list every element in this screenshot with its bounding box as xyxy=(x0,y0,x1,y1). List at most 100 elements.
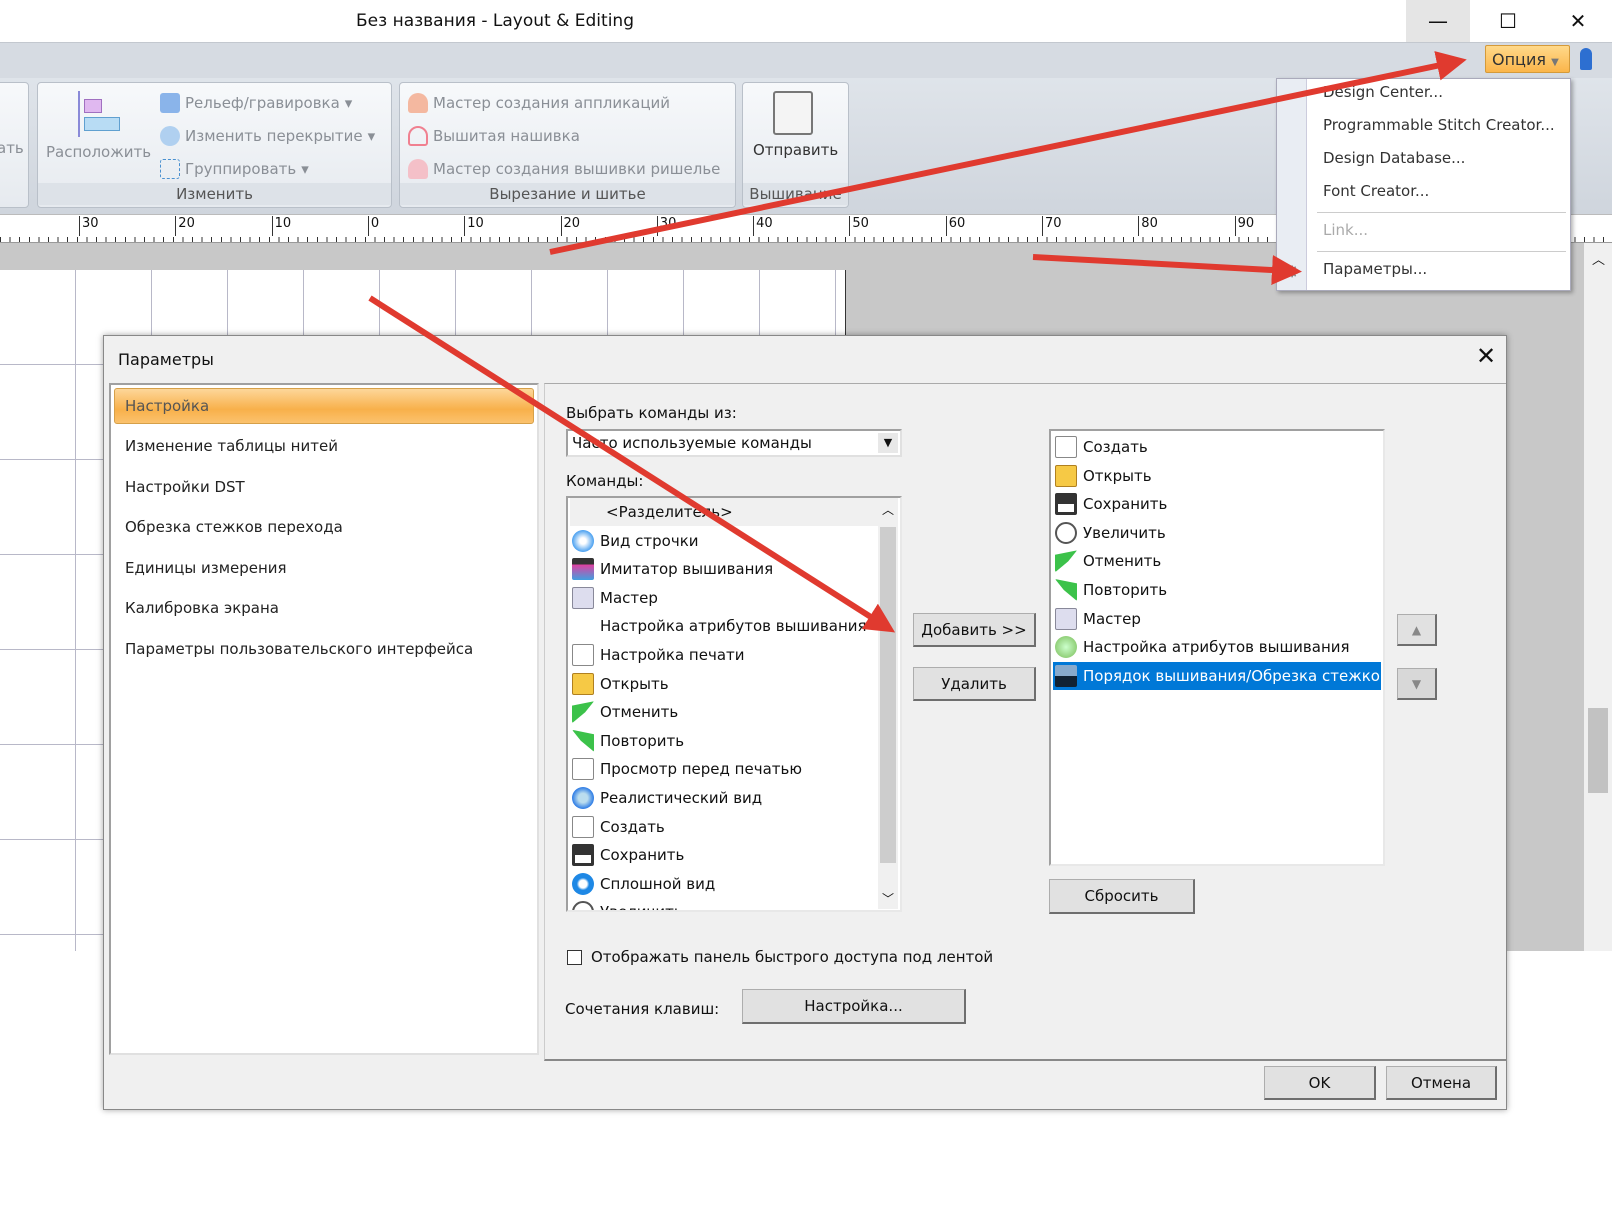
list-item[interactable]: Просмотр перед печатью xyxy=(570,755,898,783)
option-menu-button[interactable]: Опция ▼ xyxy=(1485,45,1570,73)
list-item-label: Мастер xyxy=(1083,609,1141,628)
nav-item-dst[interactable]: Настройки DST xyxy=(125,478,245,496)
list-item[interactable]: Имитатор вышивания xyxy=(570,555,898,583)
move-down-button[interactable]: ▼ xyxy=(1397,668,1437,700)
list-item[interactable]: Отменить xyxy=(1053,547,1381,575)
list-item[interactable]: Реалистический вид xyxy=(570,784,898,812)
overlap-button[interactable]: Изменить перекрытие ▾ xyxy=(160,126,375,146)
list-item-label: Открыть xyxy=(1083,466,1152,485)
choose-label: Выбрать команды из: xyxy=(566,404,737,422)
list-item[interactable]: Повторить xyxy=(1053,576,1381,604)
command-icon xyxy=(572,844,594,867)
close-button[interactable]: ✕ xyxy=(1546,0,1610,42)
nav-item-jump-trim[interactable]: Обрезка стежков перехода xyxy=(125,518,343,536)
move-up-button[interactable]: ▲ xyxy=(1397,614,1437,646)
chevron-down-icon[interactable]: ▼ xyxy=(878,433,898,453)
send-button[interactable]: Отправить xyxy=(753,141,838,159)
menu-item-font-creator[interactable]: Font Creator... xyxy=(1323,182,1429,200)
maximize-button[interactable]: ☐ xyxy=(1476,0,1540,42)
shortcuts-label: Сочетания клавиш: xyxy=(565,1000,720,1018)
list-item-label: <Разделитель> xyxy=(606,503,733,521)
relief-button[interactable]: Рельеф/гравировка ▾ xyxy=(160,93,352,113)
menu-item-link: Link... xyxy=(1323,221,1369,239)
nav-item-ui-params[interactable]: Параметры пользовательского интерфейса xyxy=(125,640,473,658)
commands-list[interactable]: <Разделитель> Вид строчки Имитатор вышиван… xyxy=(566,496,902,912)
list-item[interactable]: Мастер xyxy=(570,584,898,612)
ruler-tick-label: 30 xyxy=(79,216,99,236)
list-item[interactable]: Увеличить xyxy=(570,898,898,910)
list-item[interactable]: Мастер xyxy=(1053,605,1381,633)
scroll-down-icon: ﹀ xyxy=(882,892,895,906)
list-item[interactable]: Создать xyxy=(1053,433,1381,461)
ruler-tick-label: 10 xyxy=(464,216,484,236)
menu-item-design-center[interactable]: Design Center... xyxy=(1323,83,1443,101)
cutwork-wizard-button[interactable]: Мастер создания вышивки ришелье xyxy=(408,159,720,179)
ruler-tick-label: 20 xyxy=(560,216,580,236)
user-icon[interactable] xyxy=(1580,48,1592,70)
nav-item-calibration[interactable]: Калибровка экрана xyxy=(125,599,279,617)
vertical-scrollbar[interactable]: ︿ xyxy=(1584,243,1612,951)
option-label: Опция xyxy=(1492,50,1546,69)
list-item-label: Реалистический вид xyxy=(600,789,763,807)
command-icon xyxy=(1055,636,1077,659)
heart-outline-icon xyxy=(408,126,428,146)
shortcuts-customize-button[interactable]: Настройка... xyxy=(742,989,966,1024)
scroll-up-icon: ︿ xyxy=(882,503,895,517)
list-item[interactable]: Отменить xyxy=(570,698,898,726)
send-machine-icon xyxy=(773,91,813,135)
nav-item-customize[interactable]: Настройка xyxy=(125,397,209,415)
gear-icon: ⚙ xyxy=(1285,262,1300,281)
minimize-button[interactable]: — xyxy=(1406,0,1470,42)
list-item[interactable]: Настройка атрибутов вышивания xyxy=(1053,633,1381,661)
list-item[interactable]: Открыть xyxy=(570,670,898,698)
applique-wizard-button[interactable]: Мастер создания аппликаций xyxy=(408,93,670,113)
dialog-title: Параметры xyxy=(118,350,214,369)
command-icon xyxy=(572,815,594,838)
list-item-label: Открыть xyxy=(600,674,669,693)
patch-button[interactable]: Вышитая нашивка xyxy=(408,126,580,146)
command-icon xyxy=(572,644,594,666)
menu-item-parameters[interactable]: Параметры... xyxy=(1323,260,1427,278)
command-icon xyxy=(572,529,594,552)
list-item[interactable]: Сплошной вид xyxy=(570,870,898,898)
list-item[interactable]: Повторить xyxy=(570,727,898,755)
nav-item-units[interactable]: Единицы измерения xyxy=(125,559,287,577)
list-item[interactable]: Порядок вышивания/Обрезка стежков xyxy=(1053,661,1383,690)
dialog-close-button[interactable]: ✕ xyxy=(1468,342,1504,370)
quick-access-below-checkbox[interactable] xyxy=(567,950,582,965)
list-item[interactable]: <Разделитель> xyxy=(570,498,898,526)
checkbox-label[interactable]: Отображать панель быстрого доступа под л… xyxy=(591,948,993,966)
menu-item-design-database[interactable]: Design Database... xyxy=(1323,149,1465,167)
menu-item-stitch-creator[interactable]: Programmable Stitch Creator... xyxy=(1323,116,1555,134)
commands-scrollbar[interactable]: ︿ ﹀ xyxy=(878,499,898,909)
list-item-label: Вид строчки xyxy=(600,531,699,550)
ok-button[interactable]: OK xyxy=(1264,1066,1376,1100)
ruler-tick-label: 40 xyxy=(753,216,773,236)
command-icon xyxy=(1055,607,1077,630)
scroll-thumb[interactable] xyxy=(1588,708,1608,793)
cancel-button[interactable]: Отмена xyxy=(1386,1066,1497,1100)
remove-button[interactable]: Удалить xyxy=(913,667,1036,701)
command-icon xyxy=(572,901,594,910)
scroll-thumb[interactable] xyxy=(880,527,896,863)
add-button[interactable]: Добавить >> xyxy=(913,613,1036,647)
list-item-label: Повторить xyxy=(600,731,685,750)
list-item[interactable]: Сохранить xyxy=(1053,490,1381,518)
command-icon xyxy=(1055,579,1077,601)
reset-button[interactable]: Сбросить xyxy=(1049,879,1195,914)
group-button[interactable]: Группировать ▾ xyxy=(160,159,309,179)
arrange-button[interactable]: Расположить xyxy=(46,143,151,161)
list-item[interactable]: Настройка атрибутов вышивания xyxy=(570,612,898,640)
quick-access-list[interactable]: Создать Открыть Сохранить Увеличить Отменить… xyxy=(1049,429,1385,866)
list-item[interactable]: Создать xyxy=(570,813,898,841)
list-item[interactable]: Сохранить xyxy=(570,841,898,869)
commands-source-select[interactable]: Часто используемые команды ▼ xyxy=(566,429,902,457)
list-item[interactable]: Увеличить xyxy=(1053,519,1381,547)
list-item[interactable]: Вид строчки xyxy=(570,527,898,555)
list-item-label: Настройка атрибутов вышивания xyxy=(600,617,867,636)
list-item-label: Сохранить xyxy=(1083,495,1168,514)
list-item[interactable]: Открыть xyxy=(1053,462,1381,490)
command-icon xyxy=(572,872,594,895)
nav-item-thread-table[interactable]: Изменение таблицы нитей xyxy=(125,437,338,455)
list-item[interactable]: Настройка печати xyxy=(570,641,898,669)
